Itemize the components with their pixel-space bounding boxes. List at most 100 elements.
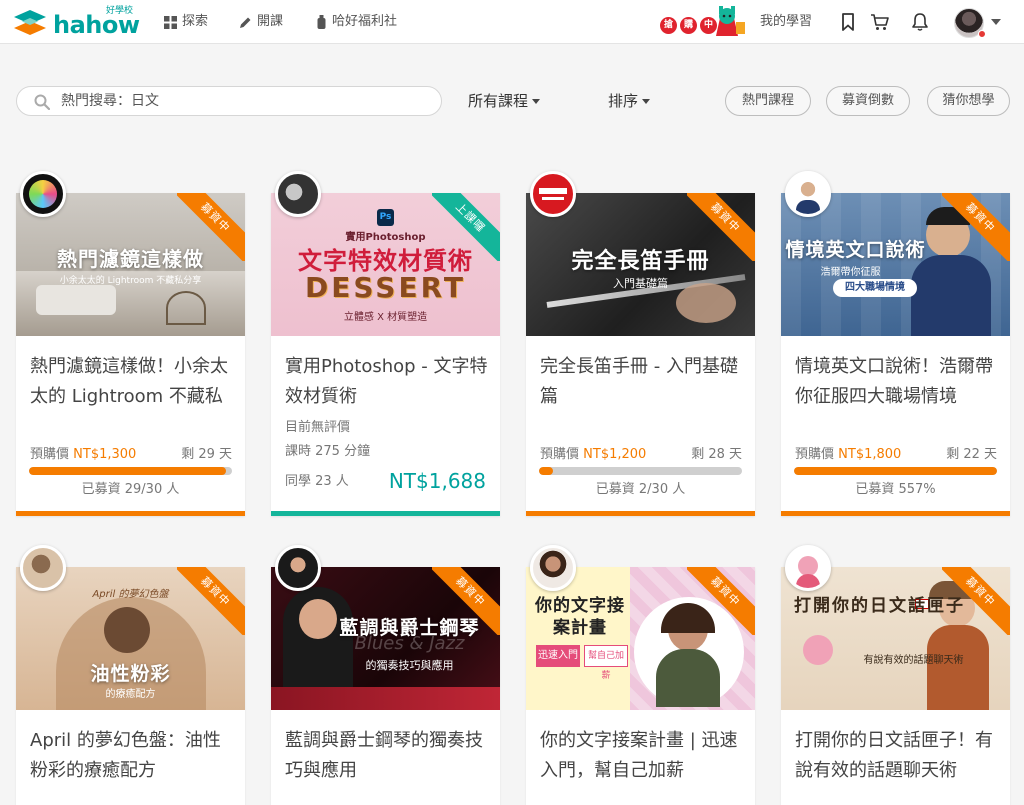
promo-char-1: 搶 [660,17,677,34]
course-title[interactable]: April 的夢幻色盤：油性粉彩的療癒配方 [30,726,234,786]
course-card[interactable]: 你的文字接案計畫 迅速入門 幫自己加薪 募資中 你的文字接案計畫 | 迅速入門，… [526,545,755,805]
bottle-icon [317,15,326,29]
nav-teach-label: 開課 [257,14,284,29]
nav-perks[interactable]: 哈好福利社 [316,14,397,30]
days-left: 剩 28 天 [691,447,742,462]
days-left: 剩 22 天 [946,447,997,462]
bookmark-icon[interactable] [838,12,858,32]
logo-subtext: 好學校 [106,6,134,16]
course-card[interactable]: 情境英文口說術 浩爾帶你征服 四大職場情境 募資中 情境英文口說術！浩爾帶你征服… [781,171,1010,516]
thumbnail-title: 油性粉彩 [90,663,171,685]
price-line: 預購價 NT$1,800 剩 22 天 [795,447,997,463]
fundraising-progress-bar [539,467,742,475]
students-text: 同學 23 人 [285,474,349,489]
sort-dropdown[interactable]: 排序 [608,92,651,110]
status-ribbon: 募資中 [177,567,245,635]
raised-count: 已募資 557% [855,482,936,497]
instructor-avatar[interactable] [530,171,576,217]
card-bottom-strip [16,511,245,516]
logo-mark-icon [14,10,46,35]
course-card[interactable]: Ps 實用Photoshop 文字特效材質術 DESSERT 立體感 X 材質塑… [271,171,500,516]
instructor-avatar[interactable] [20,545,66,591]
status-ribbon-label: 募資中 [942,567,1010,635]
photoshop-icon: Ps [377,209,394,226]
presale-price: NT$1,300 [73,447,137,462]
top-navbar: hahow 好學校 探索 開課 哈好福利社 搶 購 中 我的學習 [0,0,1024,44]
notification-dot [978,30,986,38]
instructor-avatar[interactable] [275,171,321,217]
course-title[interactable]: 實用Photoshop - 文字特效材質術 [285,352,489,412]
course-card[interactable]: 熱門濾鏡這樣做 小余太太的 Lightroom 不藏私分享 募資中 熱門濾鏡這樣… [16,171,245,516]
instructor-avatar[interactable] [20,171,66,217]
status-ribbon-label: 募資中 [177,567,245,635]
thumbnail-subtitle: 入門基礎篇 [613,277,668,290]
instructor-avatar[interactable] [530,545,576,591]
thumbnail-word: Blues & Jazz [354,633,465,654]
card-bottom-strip [526,511,755,516]
course-card[interactable]: 打開你的日文話匣子 有說有效的話題聊天術 募資中 打開你的日文話匣子！有說有效的… [781,545,1010,805]
instructor-avatar[interactable] [785,171,831,217]
nav-my-learning-label: 我的學習 [760,14,813,29]
status-ribbon: 募資中 [177,193,245,261]
thumbnail-subtitle: 的療癒配方 [105,689,156,700]
progress-fill [29,467,226,475]
status-ribbon: 上課囉 [432,193,500,261]
instructor-avatar[interactable] [785,545,831,591]
duration-text: 課時 275 分鐘 [285,444,371,459]
status-ribbon: 募資中 [942,567,1010,635]
chevron-down-icon[interactable] [991,19,1001,25]
instructor-avatar[interactable] [275,545,321,591]
course-card[interactable]: April 的夢幻色盤 油性粉彩 的療癒配方 募資中 April 的夢幻色盤：油… [16,545,245,805]
presale-label: 預購價 [795,447,835,462]
status-ribbon-label: 募資中 [177,193,245,261]
nav-explore[interactable]: 探索 [164,14,208,30]
fundraising-progress-bar [794,467,997,475]
course-price: NT$1,688 [388,469,486,493]
nav-explore-label: 探索 [182,14,209,29]
presale-label: 預購價 [540,447,580,462]
presale-price: NT$1,200 [583,447,647,462]
thumbnail-badge: 幫自己加薪 [584,645,628,681]
all-courses-dropdown[interactable]: 所有課程 [468,92,541,110]
presale-label: 預購價 [30,447,70,462]
nav-perks-label: 哈好福利社 [332,14,398,29]
status-ribbon: 募資中 [687,193,755,261]
status-ribbon-label: 募資中 [687,567,755,635]
search-input[interactable] [61,91,431,111]
thumbnail-subtitle: 立體感 X 材質塑造 [343,312,428,323]
price-line: 預購價 NT$1,300 剩 29 天 [30,447,232,463]
chip-countdown[interactable]: 募資倒數 [826,86,910,116]
course-title[interactable]: 打開你的日文話匣子！有說有效的話題聊天術 [795,726,999,786]
search-bar[interactable] [16,86,442,116]
days-left: 剩 29 天 [181,447,232,462]
course-card[interactable]: 完全長笛手冊 入門基礎篇 募資中 完全長笛手冊 - 入門基礎篇 預購價 NT$1… [526,171,755,516]
hahow-logo[interactable]: hahow 好學校 [12,6,140,39]
chip-popular[interactable]: 熱門課程 [725,86,811,116]
cart-icon[interactable] [870,12,890,32]
price-line: 預購價 NT$1,200 剩 28 天 [540,447,742,463]
course-title[interactable]: 熱門濾鏡這樣做！小余太太的 Lightroom 不藏私分享 [30,352,234,412]
rating-text: 目前無評價 [285,420,351,435]
chip-recommend[interactable]: 猜你想學 [927,86,1010,116]
promo-char-3: 中 [700,17,717,34]
course-title[interactable]: 你的文字接案計畫 | 迅速入門，幫自己加薪 [540,726,744,786]
course-card[interactable]: 藍調與爵士鋼琴 Blues & Jazz 的獨奏技巧與應用 募資中 藍調與爵士鋼… [271,545,500,805]
thumbnail-subtitle: 的獨奏技巧與應用 [365,659,454,672]
thumbnail-subtitle: 迅速入門 [536,645,580,667]
caret-down-icon [642,98,651,104]
promo-banner[interactable]: 搶 購 中 [658,6,748,38]
course-title[interactable]: 情境英文口說術！浩爾帶你征服四大職場情境 [795,352,999,412]
status-ribbon: 募資中 [432,567,500,635]
course-title[interactable]: 完全長笛手冊 - 入門基礎篇 [540,352,744,412]
bell-icon[interactable] [910,12,930,32]
progress-fill [539,467,553,475]
fundraising-progress-bar [29,467,232,475]
nav-teach[interactable]: 開課 [239,14,283,30]
nav-my-learning[interactable]: 我的學習 [760,14,812,30]
thumbnail-title: 你的文字接案計畫 [535,596,625,638]
thumbnail-word: DESSERT [305,271,466,304]
thumbnail-subtitle: 浩爾帶你征服 [820,267,881,278]
sort-label: 排序 [608,92,639,110]
course-title[interactable]: 藍調與爵士鋼琴的獨奏技巧與應用 [285,726,489,786]
grid-icon [164,15,177,29]
